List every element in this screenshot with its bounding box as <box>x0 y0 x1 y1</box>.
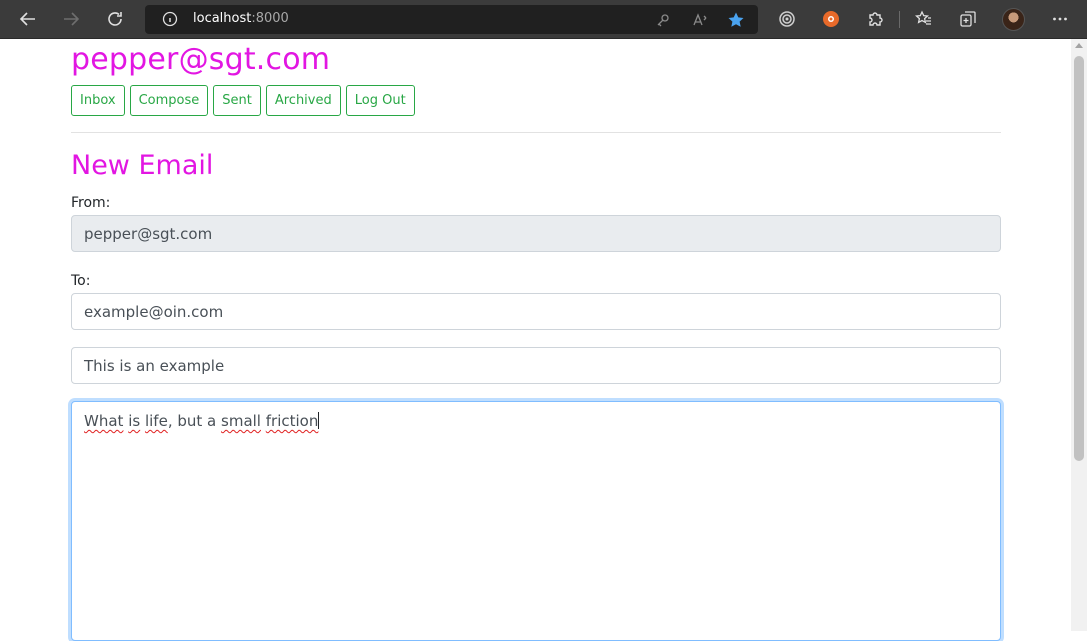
extension-orange-icon[interactable] <box>817 6 845 32</box>
page-title: New Email <box>71 150 214 181</box>
divider <box>71 132 1001 133</box>
profile-avatar[interactable] <box>1002 8 1025 31</box>
body-word: life <box>144 412 168 430</box>
forward-icon[interactable] <box>57 6 85 32</box>
favorites-icon[interactable] <box>910 6 938 32</box>
key-icon[interactable] <box>653 10 673 30</box>
inbox-button[interactable]: Inbox <box>71 85 125 116</box>
address-bar[interactable]: localhost:8000 <box>145 5 758 34</box>
body-word: What <box>84 412 124 430</box>
to-field[interactable]: example@oin.com <box>71 293 1001 330</box>
archived-button[interactable]: Archived <box>265 85 341 116</box>
user-email-heading: pepper@sgt.com <box>71 42 331 77</box>
more-icon[interactable] <box>1046 6 1074 32</box>
address-text: localhost:8000 <box>193 11 289 26</box>
toolbar-separator <box>899 11 900 28</box>
reload-icon[interactable] <box>101 6 129 32</box>
body-word: is <box>128 412 141 430</box>
text-caret <box>318 412 320 429</box>
subject-value: This is an example <box>84 356 225 375</box>
scroll-thumb[interactable] <box>1074 56 1084 461</box>
favorite-star-icon[interactable] <box>726 10 746 30</box>
browser-toolbar: localhost:8000 <box>0 0 1087 39</box>
from-label: From: <box>71 195 111 211</box>
page-content: pepper@sgt.com Inbox Compose Sent Archiv… <box>0 39 1071 641</box>
to-value: example@oin.com <box>84 302 224 321</box>
scroll-up-arrow[interactable] <box>1075 43 1083 48</box>
to-label: To: <box>71 273 91 289</box>
from-field: pepper@sgt.com <box>71 215 1001 252</box>
back-icon[interactable] <box>14 6 42 32</box>
body-textarea[interactable]: What is life, but a small friction <box>71 401 1001 641</box>
body-word: friction <box>265 412 319 430</box>
info-icon[interactable] <box>162 11 178 31</box>
body-word: small <box>221 412 261 430</box>
sent-button[interactable]: Sent <box>213 85 261 116</box>
nav-bar: Inbox Compose Sent Archived Log Out <box>71 85 415 116</box>
scrollbar[interactable] <box>1071 39 1087 631</box>
extensions-puzzle-icon[interactable] <box>861 6 889 32</box>
tracking-icon[interactable] <box>773 6 801 32</box>
collections-icon[interactable] <box>954 6 982 32</box>
compose-button[interactable]: Compose <box>129 85 209 116</box>
body-text: , but a <box>167 412 217 430</box>
logout-button[interactable]: Log Out <box>345 85 415 116</box>
read-aloud-icon[interactable] <box>690 10 710 30</box>
from-value: pepper@sgt.com <box>84 224 213 243</box>
subject-field[interactable]: This is an example <box>71 347 1001 384</box>
